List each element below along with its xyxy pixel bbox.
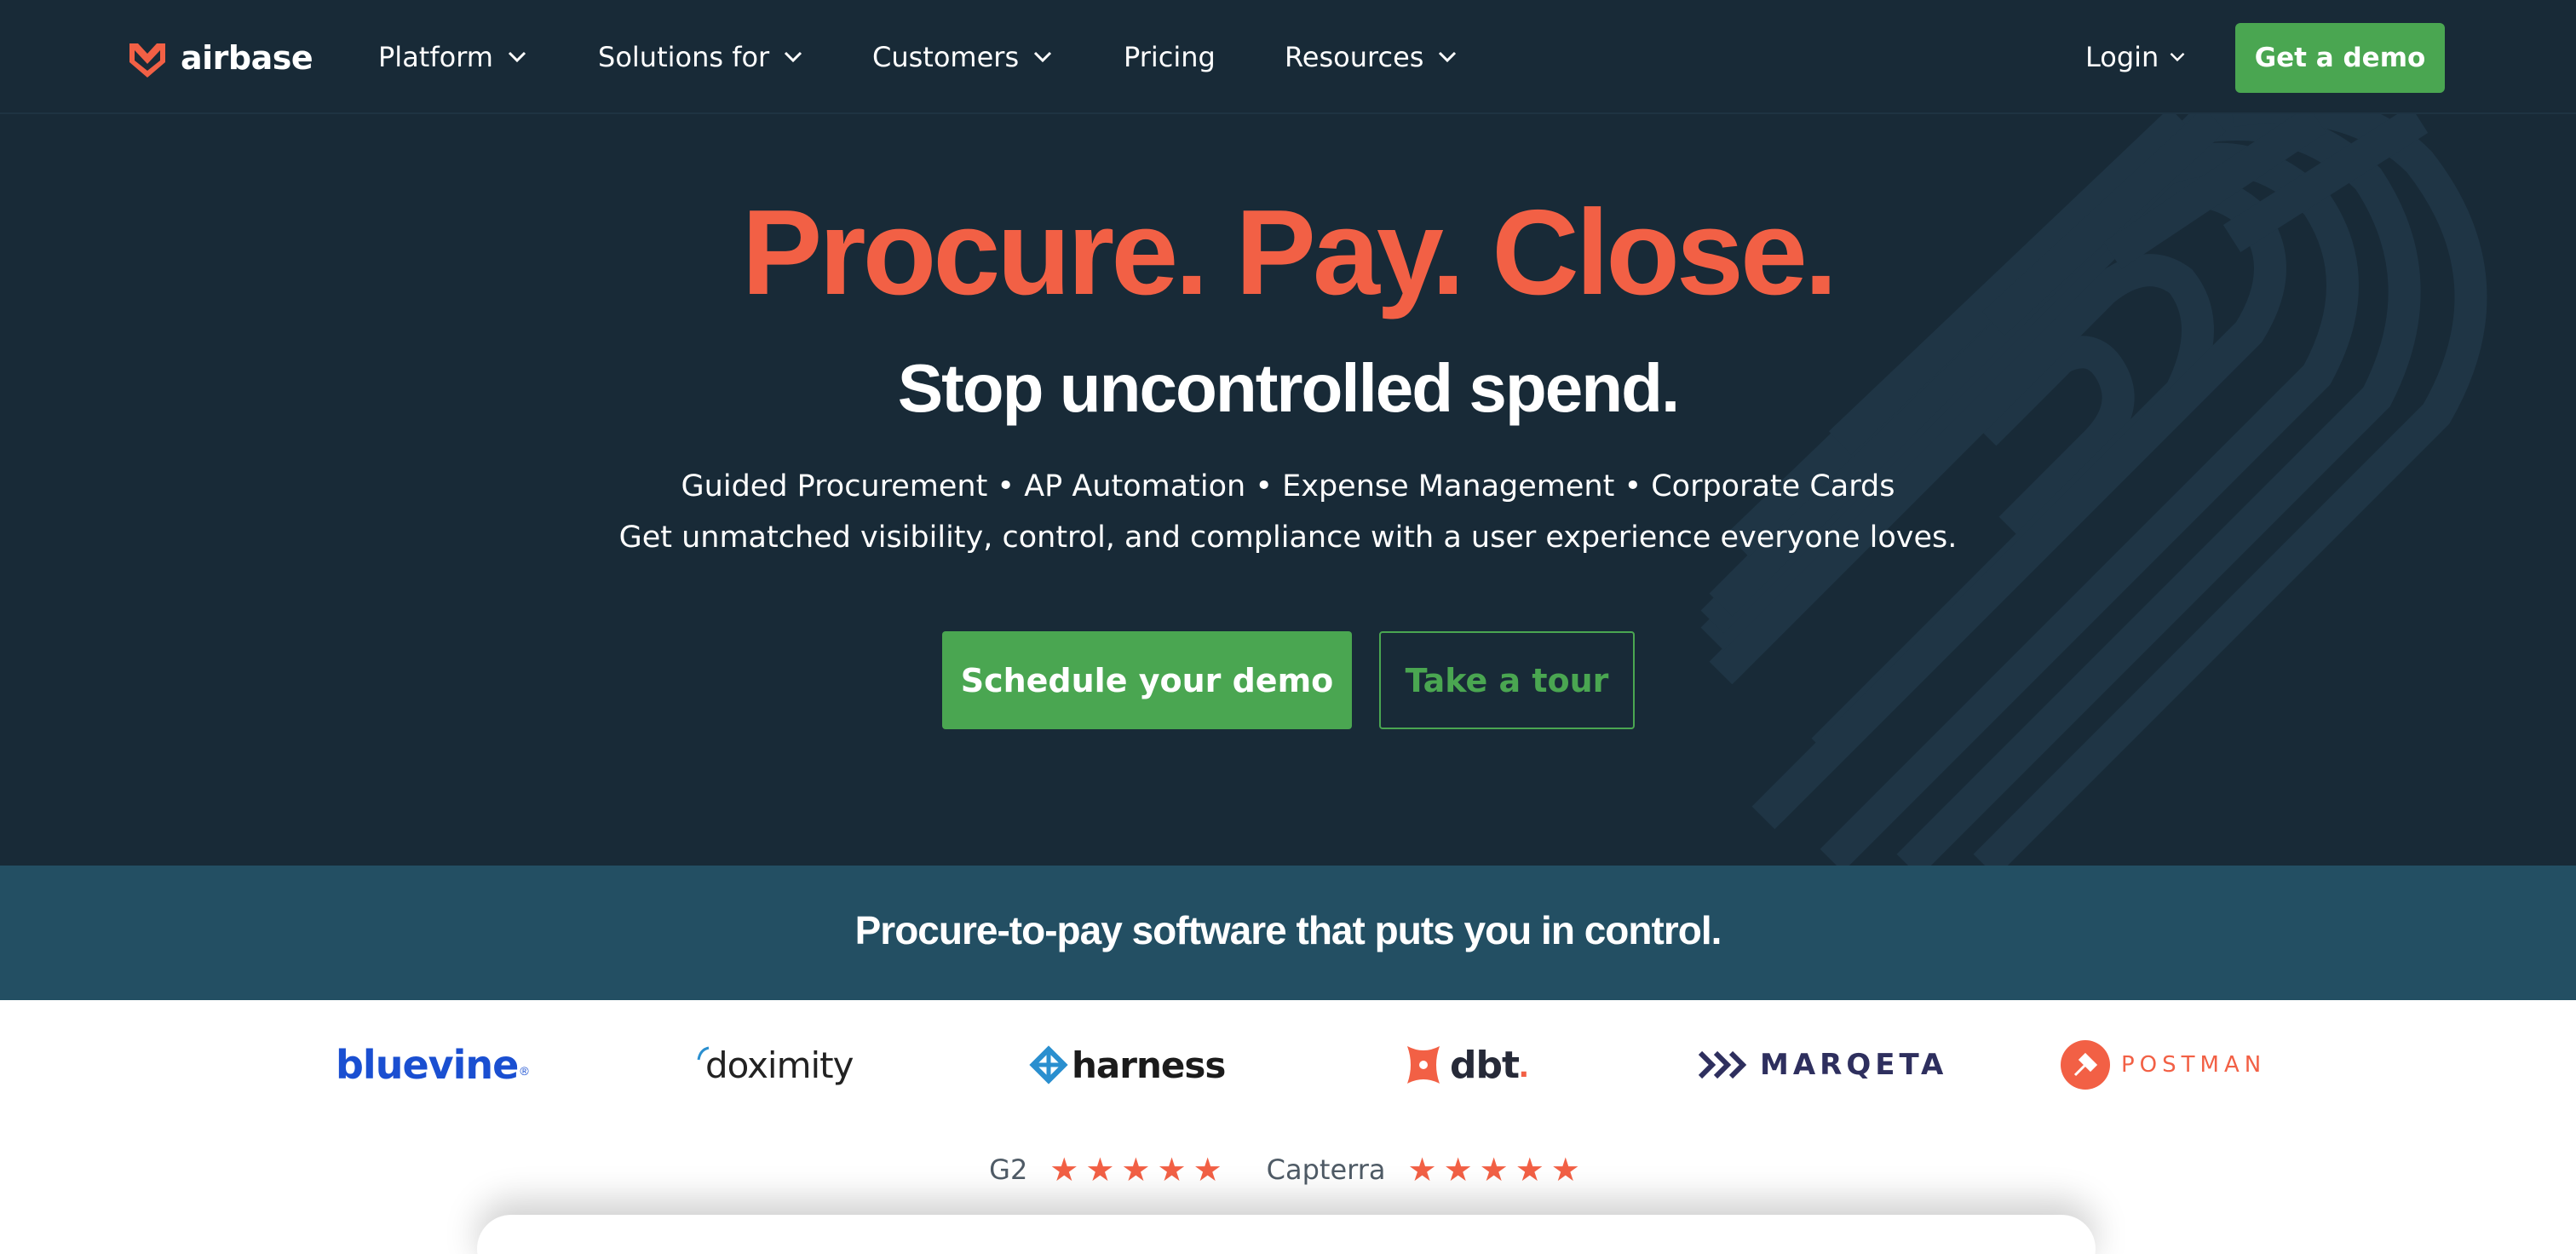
marqeta-logo: MARQETA: [1697, 1039, 1947, 1090]
rating-source-capterra: Capterra: [1266, 1153, 1386, 1186]
airbase-logo-icon: [129, 43, 165, 78]
marqeta-chevrons-icon: [1698, 1050, 1747, 1079]
decorative-pattern: [1700, 91, 2487, 866]
doximity-logo: doximity: [695, 1039, 854, 1090]
airbase-logo[interactable]: airbase: [126, 34, 313, 82]
doximity-logo-text: doximity: [705, 1044, 854, 1086]
bluevine-logo: bluevine ®: [336, 1039, 529, 1090]
chevron-down-icon: [1439, 51, 1457, 63]
marqeta-logo-text: MARQETA: [1760, 1048, 1948, 1082]
nav-pricing-label: Pricing: [1124, 41, 1216, 73]
nav-resources[interactable]: Resources: [1285, 37, 1458, 77]
hero-tagline: Get unmatched visibility, control, and c…: [618, 521, 1958, 555]
nav-customers-label: Customers: [872, 41, 1020, 73]
capterra-star-rating: ★★★★★: [1407, 1151, 1587, 1188]
get-a-demo-button[interactable]: Get a demo: [2235, 23, 2445, 93]
postman-logo-text: POSTMAN: [2121, 1052, 2267, 1078]
chevron-down-icon: [508, 51, 526, 63]
nav-platform-label: Platform: [378, 41, 493, 73]
hero-headline: Procure. Pay. Close.: [741, 185, 1838, 320]
nav-login[interactable]: Login: [2085, 37, 2186, 77]
chevron-down-icon: [1034, 51, 1052, 63]
bluevine-logo-text: bluevine: [336, 1042, 519, 1088]
nav-solutions[interactable]: Solutions for: [598, 37, 803, 77]
postman-rocket-icon: [2061, 1040, 2110, 1090]
postman-logo: POSTMAN: [2060, 1039, 2266, 1090]
rating-source-g2: G2: [989, 1153, 1028, 1186]
logo-text: airbase: [181, 39, 313, 77]
nav-solutions-label: Solutions for: [598, 41, 770, 73]
take-a-tour-button[interactable]: Take a tour: [1379, 631, 1635, 729]
registered-mark: ®: [520, 1064, 529, 1078]
harness-logo: harness: [1029, 1039, 1226, 1090]
nav-login-label: Login: [2085, 41, 2159, 73]
chevron-down-icon: [785, 51, 802, 63]
schedule-demo-button[interactable]: Schedule your demo: [942, 631, 1352, 729]
nav-platform[interactable]: Platform: [378, 37, 527, 77]
dbt-logo-text: dbt: [1450, 1043, 1520, 1087]
dbt-logo: dbt .: [1402, 1039, 1529, 1090]
dbt-dot: .: [1519, 1044, 1529, 1084]
hero-features: Guided Procurement • AP Automation • Exp…: [681, 469, 1895, 503]
product-preview-card: [477, 1215, 2096, 1254]
harness-diamond-icon: [1029, 1045, 1068, 1084]
hero-section: airbase Platform Solutions for Customers…: [0, 0, 2576, 866]
dbt-mark-icon: [1407, 1046, 1440, 1084]
g2-star-rating: ★★★★★: [1049, 1151, 1229, 1188]
nav-customers[interactable]: Customers: [872, 37, 1053, 77]
nav-pricing[interactable]: Pricing: [1124, 37, 1216, 77]
hero-subheadline: Stop uncontrolled spend.: [897, 350, 1680, 426]
ratings-row: G2 ★★★★★ Capterra ★★★★★: [0, 1148, 2576, 1191]
value-prop-text: Procure-to-pay software that puts you in…: [854, 908, 1722, 952]
chevron-down-icon: [2170, 52, 2185, 62]
harness-logo-text: harness: [1072, 1044, 1226, 1086]
top-navigation: airbase Platform Solutions for Customers…: [0, 0, 2576, 114]
nav-resources-label: Resources: [1285, 41, 1424, 73]
